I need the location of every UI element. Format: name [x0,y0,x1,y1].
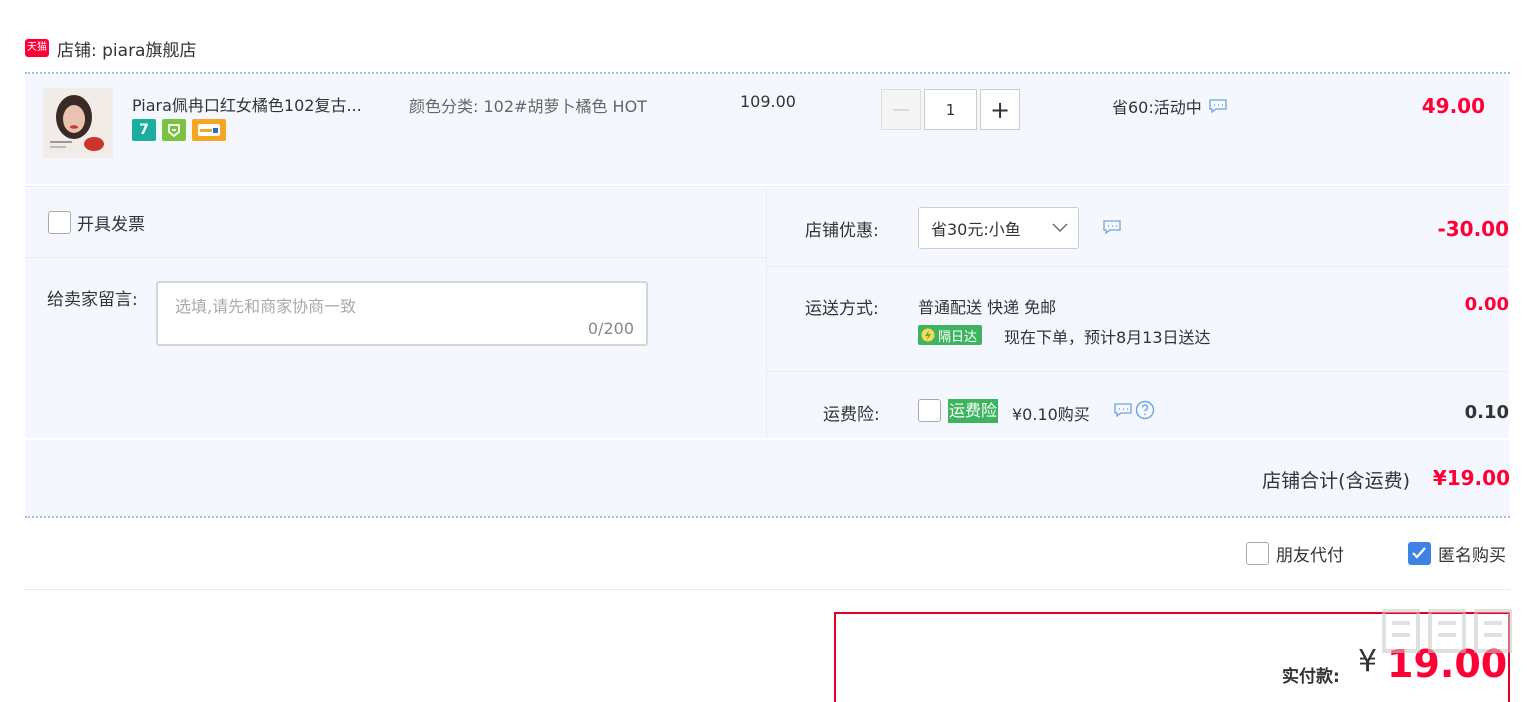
divider [767,266,1509,267]
credit-card-icon[interactable] [192,119,226,141]
quantity-input[interactable]: 1 [924,89,977,130]
friend-pay-option: 朋友代付 [1246,541,1344,566]
friend-pay-label: 朋友代付 [1276,546,1344,566]
unit-price: 109.00 [740,92,796,111]
next-day-text: 隔日达 [938,329,978,345]
lightning-icon [921,328,935,342]
invoice-checkbox[interactable] [48,211,71,234]
insurance-amount: 0.10 [1464,402,1509,423]
quantity-stepper: — 1 + [881,89,1020,130]
discount-label: 店铺优惠: [805,221,879,241]
discount-detail-icon[interactable] [1102,219,1122,239]
discount-select[interactable]: 省30元:小鱼 [918,207,1079,249]
insurance-checkbox[interactable] [918,399,941,422]
decrease-quantity-button[interactable]: — [881,89,921,130]
divider [25,516,1510,518]
message-placeholder: 选填,请先和商家协商一致 [175,297,357,316]
shop-name-link[interactable]: 店铺: piara旗舰店 [57,36,196,61]
shipping-method: 普通配送 快递 免邮 [918,298,1057,317]
anonymous-option: 匿名购买 [1408,541,1506,566]
summary-total: ¥19.00 [1432,466,1510,490]
sku-info: 颜色分类: 102#胡萝卜橘色 HOT [409,92,679,122]
watermark-logo-icon [1382,609,1512,653]
order-item-row: Piara佩冉口红女橘色102复古... 7 颜色分类: 102#胡萝卜橘色 H… [25,74,1510,184]
guarantee-icon[interactable] [162,119,186,141]
shipping-amount: 0.00 [1464,294,1509,315]
increase-quantity-button[interactable]: + [980,89,1020,130]
friend-pay-checkbox[interactable] [1246,542,1269,565]
chevron-down-icon [1052,223,1068,232]
divider [25,186,1510,187]
help-icon[interactable] [1135,400,1155,424]
invoice-label: 开具发票 [77,215,145,235]
anonymous-checkbox[interactable] [1408,542,1431,565]
sku-value: 102#胡萝卜橘色 HOT [483,97,647,116]
message-counter: 0/200 [587,319,634,338]
insurance-label: 运费险: [823,405,880,425]
product-title-link[interactable]: Piara佩冉口红女橘色102复古... [132,92,390,116]
next-day-badge: 隔日达 [918,325,983,345]
insurance-detail-icon[interactable] [1113,402,1133,422]
payment-label: 实付款: [1282,667,1340,687]
insurance-tag: 运费险 [948,399,999,423]
shipping-label: 运送方式: [805,299,879,319]
sku-label: 颜色分类: [409,97,479,116]
seven-day-return-icon[interactable]: 7 [132,119,156,141]
seller-message-field[interactable]: 选填,请先和商家协商一致 0/200 [156,281,648,346]
shop-summary: 店铺合计(含运费) ¥19.00 [25,440,1510,516]
invoice-option: 开具发票 [48,210,145,235]
shop-header: 天猫 店铺: piara旗舰店 [25,36,196,61]
divider [25,257,767,258]
anonymous-label: 匿名购买 [1438,546,1506,566]
discount-amount: -30.00 [1437,217,1509,241]
promotion-detail-icon[interactable] [1208,98,1228,114]
tmall-logo-icon: 天猫 [25,39,49,57]
divider [767,371,1509,372]
divider [25,589,1510,590]
promotion-info: 省60:活动中 [1112,94,1228,118]
order-cost-panel: 店铺优惠: 省30元:小鱼 -30.00 运送方式: 普通配送 快递 免邮 隔日… [767,188,1509,438]
message-label: 给卖家留言: [47,290,138,310]
product-thumbnail[interactable] [43,88,113,158]
discount-selected: 省30元:小鱼 [931,220,1021,239]
service-badges: 7 [132,119,226,141]
insurance-price: ¥0.10购买 [1012,405,1090,424]
checkmark-icon [1412,547,1426,559]
item-subtotal: 49.00 [1421,94,1485,118]
delivery-eta: 现在下单，预计8月13日送达 [1004,328,1211,347]
summary-label: 店铺合计(含运费) [1262,470,1410,492]
promotion-text: 省60:活动中 [1112,98,1202,117]
watermark [1374,603,1524,687]
order-extras-panel: 开具发票 给卖家留言: 选填,请先和商家协商一致 0/200 [25,188,767,438]
